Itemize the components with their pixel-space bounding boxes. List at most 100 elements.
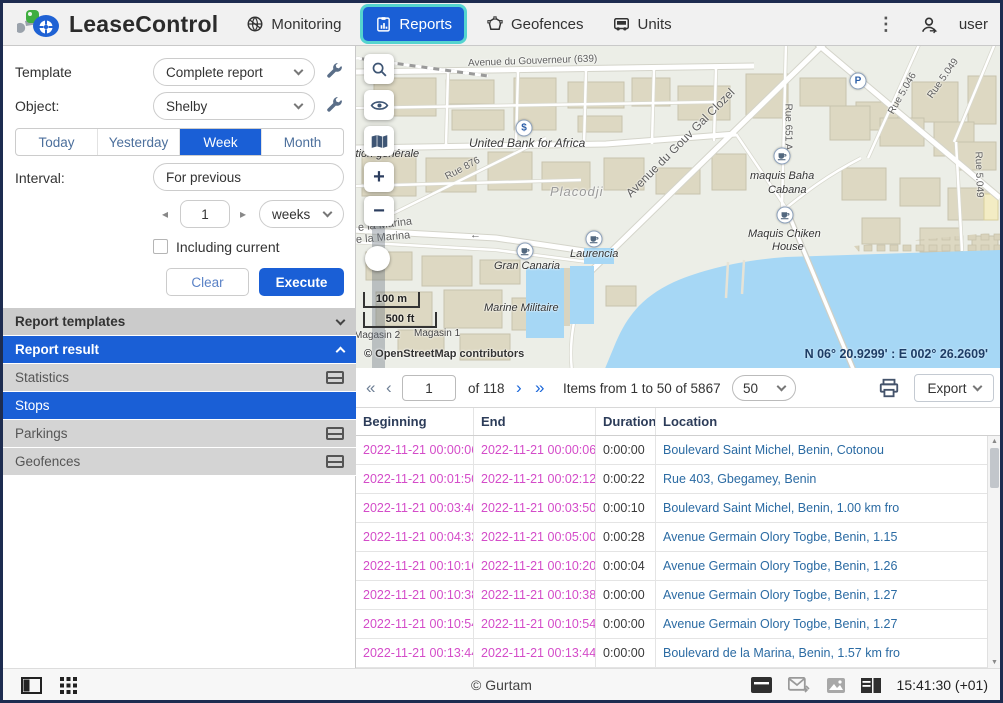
chevron-down-icon [972, 382, 982, 392]
notices-icon[interactable] [751, 677, 772, 693]
map-label: Laurencia [570, 248, 618, 260]
map-label: Gran Canaria [494, 260, 560, 272]
table-scrollbar[interactable]: ▲ ▼ [987, 436, 1000, 668]
column-duration[interactable]: Duration [596, 408, 656, 435]
map-visibility-button[interactable] [364, 90, 394, 120]
items-range-label: Items from 1 to 50 of 5867 [563, 368, 721, 408]
scroll-up-icon[interactable]: ▲ [988, 438, 1001, 445]
prev-page-button[interactable]: ‹ [386, 368, 392, 408]
mail-export-icon[interactable] [788, 677, 811, 694]
print-button[interactable] [878, 377, 900, 399]
execute-button[interactable]: Execute [259, 268, 344, 296]
next-page-button[interactable]: › [516, 368, 522, 408]
tab-units[interactable]: Units [600, 7, 684, 41]
range-today-button[interactable]: Today [16, 129, 98, 155]
chevron-down-icon [336, 315, 346, 325]
map-search-button[interactable] [364, 54, 394, 84]
user-icon[interactable] [919, 15, 939, 35]
map-zoom-slider-handle[interactable] [365, 246, 390, 271]
including-current-checkbox[interactable] [153, 239, 168, 254]
range-month-button[interactable]: Month [262, 129, 343, 155]
table-row[interactable]: 2022-11-21 00:01:502022-11-21 00:02:120:… [356, 465, 1000, 494]
map-layers-button[interactable] [364, 126, 394, 156]
column-beginning[interactable]: Beginning [356, 408, 474, 435]
cell-loc[interactable]: Rue 403, Gbegamey, Benin [656, 465, 1000, 493]
clear-button[interactable]: Clear [166, 268, 249, 296]
map-label: Avenue du Gouv Gal Clozel [623, 85, 737, 199]
template-select[interactable]: Complete report [153, 58, 315, 86]
table-row[interactable]: 2022-11-21 00:03:402022-11-21 00:03:500:… [356, 494, 1000, 523]
tab-reports[interactable]: Reports [363, 7, 464, 41]
cell-loc[interactable]: Avenue Germain Olory Togbe, Benin, 1.26 [656, 552, 1000, 580]
interval-unit-select[interactable]: weeks [259, 200, 344, 228]
interval-type-select[interactable]: For previous [153, 163, 344, 191]
kebab-menu-icon[interactable]: ⋮ [873, 14, 899, 35]
parking-icon: P [850, 73, 867, 90]
cell-loc[interactable]: Avenue Germain Olory Togbe, Benin, 1.15 [656, 523, 1000, 551]
table-row[interactable]: 2022-11-21 00:13:442022-11-21 00:13:440:… [356, 639, 1000, 668]
map-label: Magasin 1 [414, 328, 460, 339]
cell-loc[interactable]: Boulevard Saint Michel, Benin, 1.00 km f… [656, 494, 1000, 522]
map-label: maquis Baha [750, 170, 814, 182]
page-size-value: 50 [743, 381, 758, 396]
table-row[interactable]: 2022-11-21 00:00:062022-11-21 00:00:060:… [356, 436, 1000, 465]
table-row[interactable]: 2022-11-21 00:04:322022-11-21 00:05:000:… [356, 523, 1000, 552]
section-label: Parkings [15, 426, 68, 441]
cell-dur: 0:00:04 [596, 552, 656, 580]
search-icon [371, 61, 388, 78]
cell-loc[interactable]: Avenue Germain Olory Togbe, Benin, 1.27 [656, 581, 1000, 609]
section-item-statistics[interactable]: Statistics [3, 364, 356, 392]
cell-loc[interactable]: Boulevard Saint Michel, Benin, Cotonou [656, 436, 1000, 464]
cell-beg: 2022-11-21 00:04:32 [356, 523, 474, 551]
map[interactable]: Avenue du Gouverneur (639)United Bank fo… [356, 46, 1000, 368]
table-view-icon [326, 427, 344, 440]
increment-icon[interactable]: ▸ [240, 207, 246, 221]
cell-loc[interactable]: Boulevard de la Marina, Benin, 1.57 km f… [656, 639, 1000, 667]
decrement-icon[interactable]: ◂ [162, 207, 168, 221]
cell-dur: 0:00:00 [596, 639, 656, 667]
apps-grid-icon[interactable] [60, 677, 77, 694]
scrollbar-thumb[interactable] [990, 448, 999, 488]
section-item-parkings[interactable]: Parkings [3, 420, 356, 448]
report-clipboard-icon [375, 16, 392, 33]
table-row[interactable]: 2022-11-21 00:10:382022-11-21 00:10:380:… [356, 581, 1000, 610]
report-templates-header[interactable]: Report templates [3, 308, 356, 336]
object-select[interactable]: Shelby [153, 92, 315, 120]
user-name[interactable]: user [959, 16, 988, 33]
including-current-label: Including current [176, 239, 280, 255]
statusbar-left [21, 669, 77, 701]
cell-beg: 2022-11-21 00:10:38 [356, 581, 474, 609]
table-row[interactable]: 2022-11-21 00:10:542022-11-21 00:10:540:… [356, 610, 1000, 639]
export-button[interactable]: Export [914, 374, 994, 402]
app-window: LeaseControl Monitoring Repor [0, 0, 1003, 703]
image-icon[interactable] [827, 678, 845, 693]
range-yesterday-button[interactable]: Yesterday [98, 129, 180, 155]
section-item-geofences[interactable]: Geofences [3, 448, 356, 476]
last-page-button[interactable]: » [535, 368, 544, 408]
table-row[interactable]: 2022-11-21 00:10:162022-11-21 00:10:200:… [356, 552, 1000, 581]
map-label: Maquis Chiken [748, 228, 821, 240]
layout-panel-icon[interactable] [21, 677, 42, 694]
zoom-out-button[interactable]: − [364, 196, 394, 226]
object-wrench-icon[interactable] [324, 95, 344, 115]
range-week-button[interactable]: Week [180, 129, 262, 155]
report-result-header[interactable]: Report result [3, 336, 356, 364]
chevron-down-icon [777, 382, 787, 392]
page-size-select[interactable]: 50 [732, 375, 796, 401]
tab-geofences[interactable]: Geofences [474, 7, 596, 41]
template-wrench-icon[interactable] [324, 61, 344, 81]
geofence-polygon-icon [486, 15, 504, 33]
page-number-input[interactable] [402, 375, 456, 401]
cell-loc[interactable]: Avenue Germain Olory Togbe, Benin, 1.27 [656, 610, 1000, 638]
section-item-stops[interactable]: Stops [3, 392, 356, 420]
split-view-icon[interactable] [861, 678, 881, 693]
zoom-in-button[interactable]: + [364, 162, 394, 192]
tab-monitoring[interactable]: Monitoring [234, 7, 353, 41]
scroll-down-icon[interactable]: ▼ [988, 659, 1001, 666]
column-location[interactable]: Location [656, 408, 1000, 435]
map-label: House [772, 241, 804, 253]
first-page-button[interactable]: « [366, 368, 375, 408]
interval-count-input[interactable] [180, 200, 230, 228]
cell-dur: 0:00:10 [596, 494, 656, 522]
column-end[interactable]: End [474, 408, 596, 435]
